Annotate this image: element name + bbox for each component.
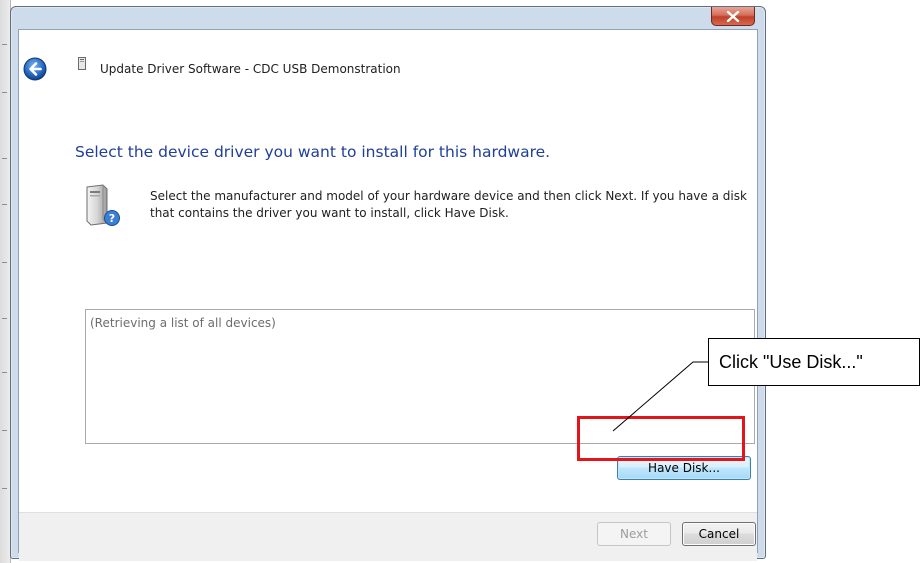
back-arrow-icon[interactable] — [23, 57, 47, 81]
dialog-footer: Next Cancel — [19, 512, 757, 561]
device-list-status: (Retrieving a list of all devices) — [90, 316, 276, 330]
close-icon — [726, 10, 740, 22]
close-button[interactable] — [711, 7, 755, 26]
background-tick — [2, 92, 7, 93]
annotation-highlight-box — [577, 416, 745, 461]
title-bar — [11, 7, 765, 29]
background-tick — [2, 158, 7, 159]
background-tick — [2, 430, 7, 431]
background-tick — [2, 372, 7, 373]
window-title: Update Driver Software - CDC USB Demonst… — [100, 62, 401, 76]
background-tick — [2, 318, 7, 319]
background-tick — [2, 204, 7, 205]
svg-text:?: ? — [109, 212, 115, 225]
device-icon — [78, 57, 86, 70]
annotation-callout: Click "Use Disk..." — [708, 338, 920, 386]
cancel-button[interactable]: Cancel — [682, 522, 756, 546]
page-heading: Select the device driver you want to ins… — [75, 143, 551, 161]
dialog-content: Update Driver Software - CDC USB Demonst… — [18, 29, 758, 553]
update-driver-dialog: Update Driver Software - CDC USB Demonst… — [10, 6, 766, 561]
background-tick — [2, 44, 7, 45]
next-button[interactable]: Next — [597, 522, 671, 546]
hardware-device-question-icon: ? — [86, 184, 120, 226]
background-tick — [2, 488, 7, 489]
instructions-text: Select the manufacturer and model of you… — [150, 189, 747, 220]
background-tick — [2, 262, 7, 263]
